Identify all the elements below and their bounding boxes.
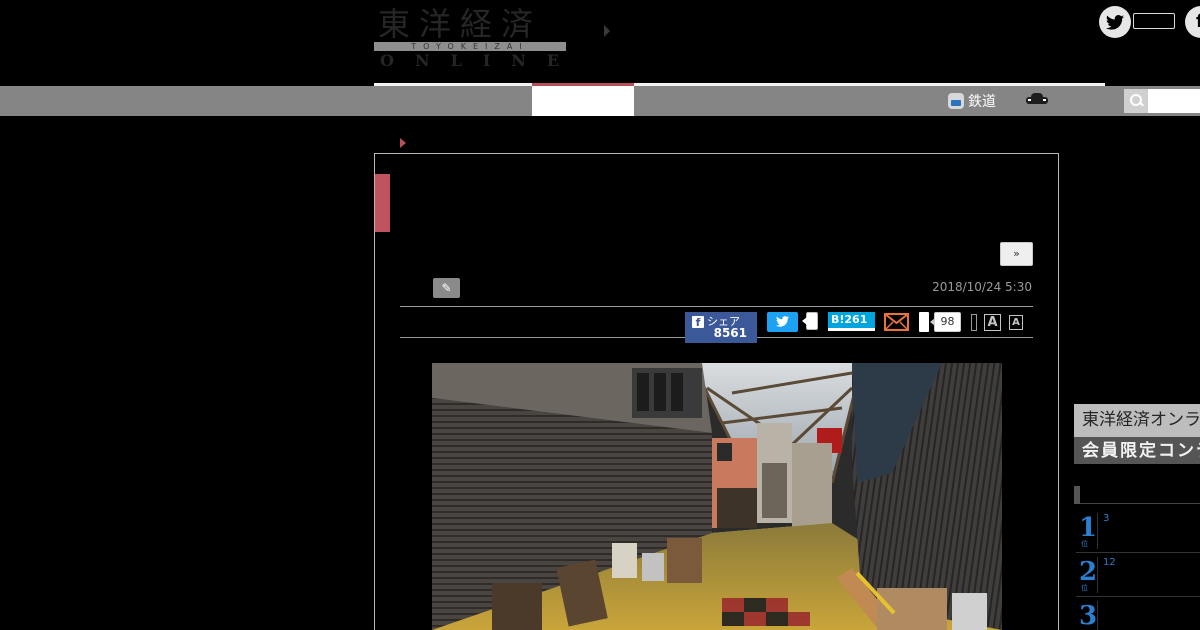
- twitter-follow-button[interactable]: [1133, 13, 1175, 29]
- author-icon[interactable]: ✎: [433, 278, 460, 298]
- facebook-icon: f: [692, 316, 704, 329]
- logo-band-text: TOYOKEIZAI: [374, 42, 566, 51]
- hatena-count: 261: [844, 313, 868, 326]
- twitter-bird-icon: [1106, 14, 1124, 30]
- rank-divider: [1097, 601, 1098, 630]
- article-photo: [432, 363, 1002, 630]
- ranking-header-marker: [1074, 486, 1080, 504]
- comment-icon[interactable]: [919, 312, 929, 332]
- next-page-button[interactable]: »: [1000, 242, 1033, 266]
- rank-suffix: 位: [1081, 540, 1088, 548]
- twitter-icon: [776, 316, 789, 327]
- rank-divider: [1097, 557, 1098, 593]
- rank-divider: [1097, 513, 1098, 549]
- hatena-bookmark-button[interactable]: B!261: [828, 312, 875, 331]
- nav-item-rail-label: 鉄道: [968, 94, 996, 110]
- ranking-item[interactable]: 1 位 3: [1076, 509, 1200, 553]
- page: 東洋経済 TOYOKEIZAI ONLINE f 鉄道 » ✎ 2018/10/…: [0, 0, 1200, 630]
- shopping-arcade-image: [432, 363, 1002, 630]
- share-divider-top: [400, 306, 1033, 307]
- ranking-item[interactable]: 2 位 12: [1076, 553, 1200, 597]
- rank-suffix: 位: [1081, 584, 1088, 592]
- breadcrumb-caret-icon: [400, 138, 406, 148]
- envelope-icon: [884, 313, 909, 331]
- train-icon: [948, 93, 964, 109]
- logo-main-text: 東洋経済: [378, 5, 543, 43]
- rank-value: 12: [1103, 557, 1116, 568]
- title-accent-bar: [375, 174, 390, 232]
- rank-number: 3: [1079, 601, 1098, 630]
- rank-value: 3: [1103, 513, 1110, 524]
- nav-item-active[interactable]: [532, 86, 634, 116]
- facebook-icon[interactable]: f: [1185, 6, 1200, 38]
- font-size-separator: [971, 314, 977, 331]
- nav-item-rail[interactable]: 鉄道: [948, 90, 996, 112]
- banner-line-1: 東洋経済オンライン: [1082, 410, 1200, 430]
- facebook-share-button[interactable]: f シェア 8561: [685, 312, 757, 343]
- rank-number: 2: [1079, 557, 1098, 587]
- publish-date: 2018/10/24 5:30: [932, 280, 1032, 294]
- twitter-icon[interactable]: [1099, 6, 1131, 38]
- member-content-banner[interactable]: 東洋経済オンライン 会員限定コンテンツ: [1074, 404, 1200, 464]
- logo-online-text: ONLINE: [380, 51, 581, 70]
- font-size-large-button[interactable]: A: [984, 314, 1001, 331]
- font-size-small-button[interactable]: A: [1009, 315, 1023, 330]
- hatena-label: B!: [831, 313, 845, 326]
- caret-right-icon[interactable]: [604, 25, 610, 37]
- rank-number: 1: [1079, 513, 1098, 543]
- mail-icon[interactable]: [884, 313, 909, 331]
- facebook-share-count: 8561: [713, 326, 747, 340]
- twitter-share-count: [802, 312, 818, 330]
- twitter-share-button[interactable]: [767, 312, 798, 332]
- nav-top-line: [374, 83, 1105, 86]
- comment-count: 98: [930, 312, 961, 332]
- banner-line-2: 会員限定コンテンツ: [1082, 441, 1200, 461]
- ranking-item[interactable]: 3: [1076, 597, 1200, 630]
- site-logo[interactable]: 東洋経済 TOYOKEIZAI ONLINE: [374, 6, 568, 70]
- search-icon[interactable]: [1124, 89, 1148, 113]
- ranking-header-line: [1080, 503, 1200, 504]
- car-icon[interactable]: [1026, 93, 1048, 107]
